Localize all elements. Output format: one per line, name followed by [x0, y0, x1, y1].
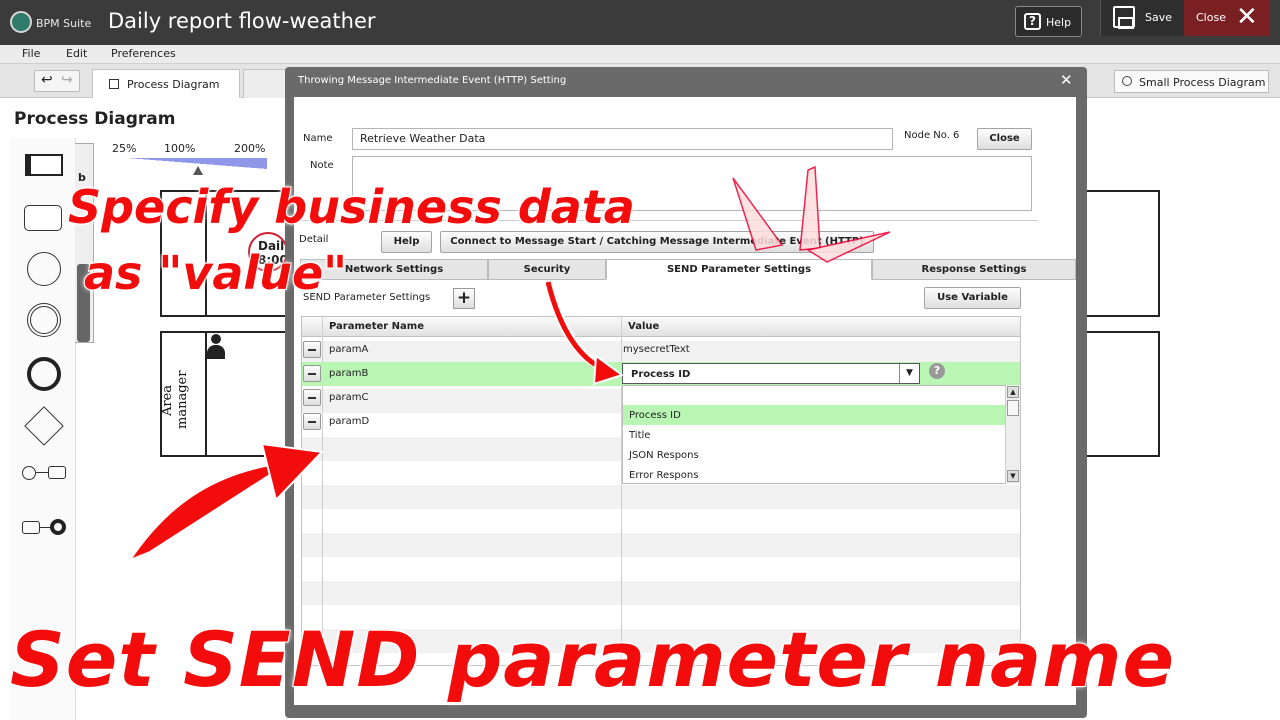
message-throw-icon[interactable]	[22, 465, 68, 481]
scroll-thumb[interactable]	[1007, 400, 1019, 416]
connect-button[interactable]: Connect to Message Start / Catching Mess…	[440, 231, 874, 253]
remove-row-button[interactable]	[303, 365, 321, 382]
close-icon: ✕	[1236, 2, 1258, 32]
red-arrow-name	[127, 461, 291, 563]
save-label: Save	[1145, 11, 1173, 24]
add-parameter-button[interactable]: +	[453, 288, 475, 309]
dialog-close-icon[interactable]: ✕	[1060, 71, 1073, 89]
help-button[interactable]: ? Help	[1015, 6, 1082, 37]
user-icon	[207, 334, 225, 362]
title-bar: BPM Suite Daily report flow-weather ? He…	[0, 0, 1280, 45]
node-number: Node No. 6	[904, 130, 960, 141]
zoom-label-25: 25%	[112, 142, 137, 155]
zoom-thumb[interactable]	[193, 166, 203, 175]
side-panel-tab[interactable]: b	[75, 143, 94, 343]
magnifier-icon	[1122, 76, 1132, 86]
dropdown-option[interactable]: JSON Respons	[623, 445, 1006, 465]
annotation-business-data: Specify business data	[67, 179, 636, 235]
gateway-icon[interactable]	[24, 406, 64, 446]
pool-shape-icon[interactable]	[25, 154, 63, 176]
tab-process-diagram[interactable]: Process Diagram	[92, 69, 240, 98]
close-label: Close	[1196, 11, 1226, 24]
tab-security[interactable]: Security	[488, 259, 606, 280]
chevron-down-icon[interactable]: ▼	[899, 364, 919, 383]
param-value[interactable]: mysecretText	[623, 344, 690, 355]
value-select-current: Process ID	[631, 369, 691, 380]
menu-file[interactable]: File	[22, 47, 40, 60]
diagram-icon	[109, 79, 119, 89]
small-process-diagram-label: Small Process Diagram	[1139, 76, 1266, 89]
undo-icon[interactable]: ↩	[41, 72, 53, 88]
save-button[interactable]: Save	[1100, 0, 1184, 36]
table-row[interactable]: paramA mysecretText	[302, 338, 1020, 362]
detail-help-button[interactable]: Help	[381, 231, 432, 253]
remove-row-button[interactable]	[303, 389, 321, 406]
dropdown-option[interactable]: Title	[623, 425, 1006, 445]
col-value: Value	[628, 321, 660, 332]
tab-secondary[interactable]	[243, 69, 287, 98]
tab-send-parameter-settings[interactable]: SEND Parameter Settings	[606, 259, 872, 280]
name-input[interactable]: Retrieve Weather Data	[352, 128, 893, 150]
undo-redo-group: ↩ ↪	[34, 70, 80, 92]
end-event-icon[interactable]	[27, 357, 61, 391]
logo-text: BPM Suite	[36, 17, 92, 30]
name-label: Name	[303, 133, 333, 144]
table-header: Parameter Name Value	[302, 317, 1020, 337]
param-name[interactable]: paramB	[329, 368, 368, 379]
close-dialog-button[interactable]: Close	[977, 128, 1032, 150]
tab-process-diagram-label: Process Diagram	[127, 78, 220, 91]
detail-label: Detail	[299, 234, 329, 245]
help-label: Help	[1046, 16, 1072, 29]
scroll-up-icon[interactable]: ▲	[1007, 386, 1019, 398]
start-event-icon[interactable]	[27, 252, 61, 286]
zoom-label-200: 200%	[234, 142, 266, 155]
save-icon	[1113, 6, 1135, 29]
task-shape-icon[interactable]	[24, 205, 62, 231]
param-name[interactable]: paramD	[329, 416, 369, 427]
col-parameter-name: Parameter Name	[329, 321, 424, 332]
menu-preferences[interactable]: Preferences	[111, 47, 176, 60]
page-title: Process Diagram	[14, 109, 176, 129]
param-name[interactable]: paramC	[329, 392, 368, 403]
dropdown-option[interactable]: Process ID	[623, 405, 1006, 425]
remove-row-button[interactable]	[303, 413, 321, 430]
value-select[interactable]: Process ID ▼	[622, 363, 920, 384]
remove-row-button[interactable]	[303, 341, 321, 358]
lane-label-area-manager: Area manager	[160, 370, 190, 430]
dropdown-list[interactable]: Process ID Title JSON Respons Error Resp…	[622, 385, 1020, 484]
menu-edit[interactable]: Edit	[66, 47, 87, 60]
note-label: Note	[310, 160, 334, 171]
tab-response-settings[interactable]: Response Settings	[872, 259, 1076, 280]
question-icon[interactable]: ?	[929, 363, 945, 379]
question-icon: ?	[1024, 13, 1041, 30]
small-process-diagram-button[interactable]: Small Process Diagram	[1114, 70, 1269, 93]
dropdown-option[interactable]: Error Respons	[623, 465, 1006, 485]
menu-bar: File Edit Preferences	[0, 45, 1280, 64]
annotation-set-send-parameter: Set SEND parameter name	[9, 614, 1176, 705]
scroll-down-icon[interactable]: ▼	[1007, 470, 1019, 482]
redo-icon[interactable]: ↪	[61, 72, 73, 88]
dialog-title: Throwing Message Intermediate Event (HTT…	[298, 75, 567, 86]
zoom-label-100: 100%	[164, 142, 196, 155]
app-title: Daily report flow-weather	[108, 9, 376, 33]
zoom-slider[interactable]: 25% 100% 200%	[112, 142, 272, 176]
param-name[interactable]: paramA	[329, 344, 368, 355]
use-variable-button[interactable]: Use Variable	[924, 287, 1021, 309]
annotation-as-value: as "value"	[83, 245, 348, 301]
close-app-button[interactable]: Close ✕	[1184, 0, 1269, 36]
dropdown-scrollbar[interactable]: ▲ ▼	[1005, 385, 1020, 484]
logo-icon	[10, 11, 32, 33]
message-catch-icon[interactable]	[22, 518, 68, 536]
intermediate-event-icon[interactable]	[27, 303, 61, 337]
app-logo: BPM Suite	[10, 10, 98, 36]
